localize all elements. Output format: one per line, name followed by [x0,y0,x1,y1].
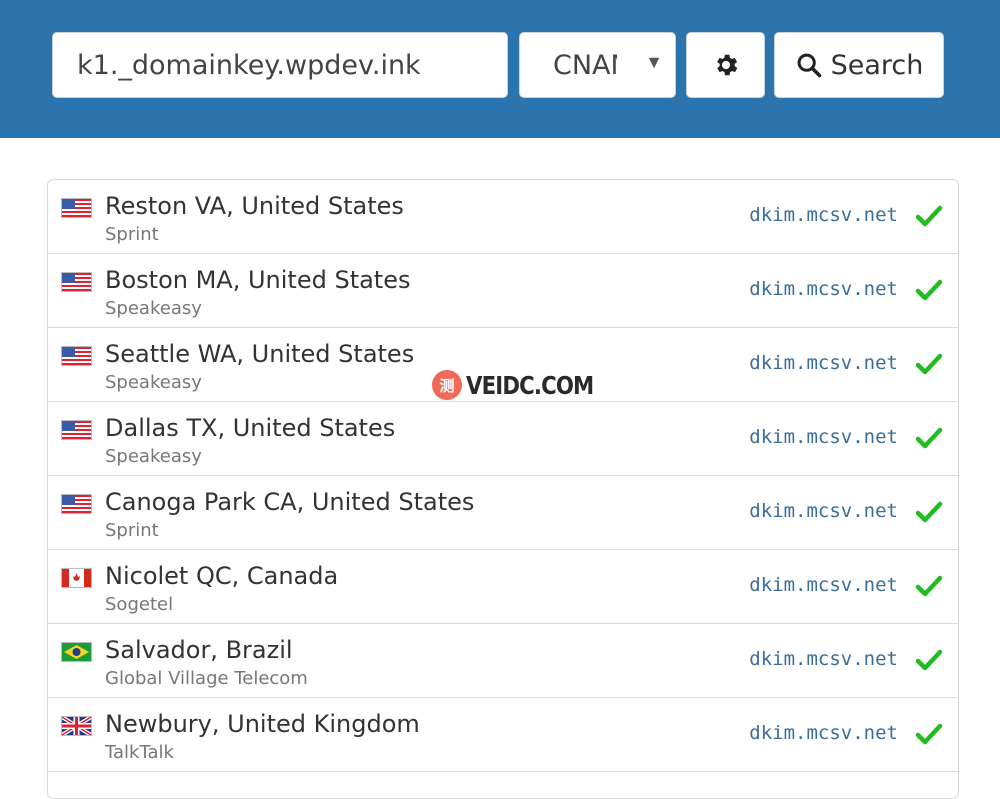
result-isp: Global Village Telecom [105,668,308,689]
flag-us-icon [61,198,92,218]
result-answer: dkim.mcsv.net [749,278,898,300]
check-icon [915,426,943,450]
results-list: Reston VA, United States Sprint dkim.mcsv.… [47,179,959,799]
check-icon [915,648,943,672]
flag-us-icon [61,346,92,366]
search-button[interactable]: Search [774,32,944,98]
result-row: Salvador, Brazil Global Village Telecom dk… [48,624,958,698]
result-answer: dkim.mcsv.net [749,500,898,522]
result-row: Reston VA, United States Sprint dkim.mcsv.… [48,180,958,254]
check-icon [915,352,943,376]
result-answer: dkim.mcsv.net [749,722,898,744]
flag-us-icon [61,272,92,292]
check-icon [915,574,943,598]
result-location: Dallas TX, United States [105,414,396,442]
result-row: Newbury, United Kingdom TalkTalk dkim.mcsv… [48,698,958,772]
result-location: Nicolet QC, Canada [105,562,339,590]
search-header: CNAME ▼ Search [0,0,1000,138]
record-type-select[interactable]: CNAME ▼ [519,32,676,98]
result-row: Dallas TX, United States Speakeasy dkim.mc… [48,402,958,476]
result-row: Boston MA, United States Speakeasy dkim.mc… [48,254,958,328]
result-answer: dkim.mcsv.net [749,648,898,670]
flag-ca-icon [61,568,92,588]
record-type-value: CNAME [553,50,617,81]
watermark-text: VEIDC.COM [466,370,594,400]
result-isp: Speakeasy [105,298,202,319]
search-button-label: Search [830,49,924,81]
watermark-seal: 测 [432,370,462,400]
flag-us-icon [61,494,92,514]
result-row: Canoga Park CA, United States Sprint dkim.… [48,476,958,550]
result-isp: Sprint [105,520,159,541]
result-answer: dkim.mcsv.net [749,426,898,448]
result-isp: Speakeasy [105,372,202,393]
search-icon [797,53,821,78]
settings-button[interactable] [686,32,765,98]
result-location: Canoga Park CA, United States [105,488,475,516]
check-icon [915,204,943,228]
gear-icon [716,54,737,76]
result-location: Salvador, Brazil [105,636,293,664]
result-location: Boston MA, United States [105,266,411,294]
result-isp: Speakeasy [105,446,202,467]
result-answer: dkim.mcsv.net [749,204,898,226]
check-icon [915,722,943,746]
result-isp: TalkTalk [105,742,174,763]
result-row: Nicolet QC, Canada Sogetel dkim.mcsv.net [48,550,958,624]
result-location: Seattle WA, United States [105,340,415,368]
result-isp: Sogetel [105,594,174,615]
result-location: Reston VA, United States [105,192,404,220]
check-icon [915,278,943,302]
result-location: Newbury, United Kingdom [105,710,420,738]
domain-query-input[interactable] [52,32,508,98]
flag-gb-icon [61,716,92,736]
watermark: 测 VEIDC.COM [432,370,616,400]
chevron-down-icon: ▼ [645,52,663,72]
flag-br-icon [61,642,92,662]
result-isp: Sprint [105,224,159,245]
result-answer: dkim.mcsv.net [749,574,898,596]
result-answer: dkim.mcsv.net [749,352,898,374]
flag-us-icon [61,420,92,440]
check-icon [915,500,943,524]
